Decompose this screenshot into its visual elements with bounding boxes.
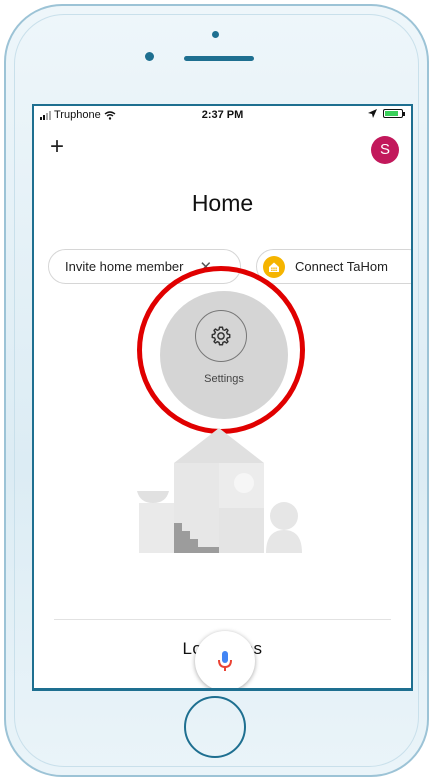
earpiece-speaker xyxy=(184,56,254,61)
home-badge-icon xyxy=(263,255,285,278)
page-title: Home xyxy=(191,190,254,216)
section-divider xyxy=(54,619,391,620)
app-screen: Truphone 2:37 PM + S Home Invite home me… xyxy=(32,104,413,691)
front-sensor xyxy=(212,31,219,38)
home-button[interactable] xyxy=(184,696,246,758)
assistant-mic-button[interactable] xyxy=(195,631,255,688)
location-icon xyxy=(368,109,377,118)
status-right xyxy=(368,109,405,118)
connect-tahoma-chip[interactable]: Connect TaHom xyxy=(256,249,411,284)
status-bar: Truphone 2:37 PM xyxy=(34,106,411,124)
front-camera xyxy=(145,52,154,61)
add-button[interactable]: + xyxy=(50,135,64,159)
status-time: 2:37 PM xyxy=(201,109,244,121)
connect-chip-label: Connect TaHom xyxy=(295,259,388,274)
battery-icon xyxy=(383,109,405,118)
empty-home-illustration xyxy=(137,428,302,553)
mic-icon xyxy=(218,651,232,671)
avatar[interactable]: S xyxy=(371,136,399,164)
annotation-ring xyxy=(137,266,305,434)
invite-chip-label: Invite home member xyxy=(65,259,184,274)
